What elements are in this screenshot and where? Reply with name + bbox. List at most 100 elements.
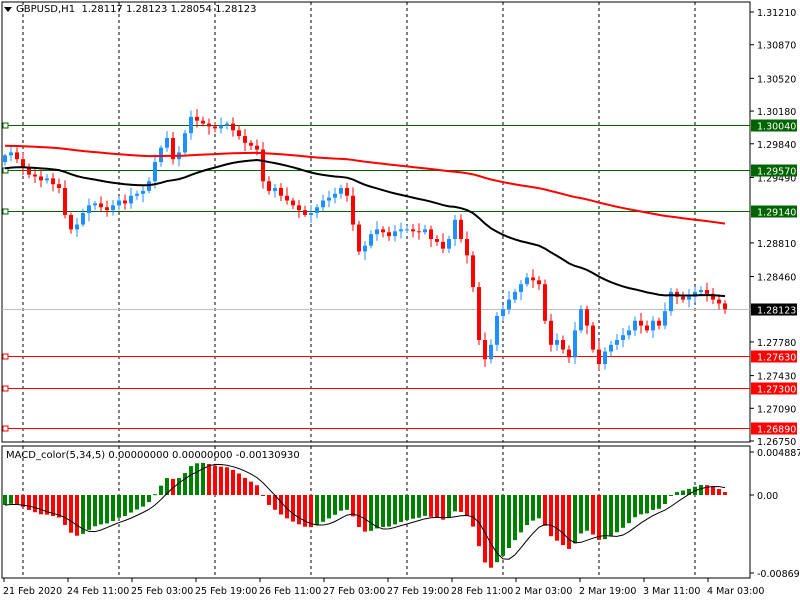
candle-bear: [279, 188, 283, 196]
candle-bear: [231, 123, 235, 131]
macd-histogram-bar: [657, 495, 661, 509]
candle-bear: [291, 200, 295, 206]
macd-histogram-bar: [591, 495, 595, 535]
macd-histogram-bar: [315, 495, 319, 526]
candle-bull: [687, 296, 691, 300]
candle-bear: [213, 126, 217, 129]
macd-histogram-bar: [297, 495, 301, 525]
candle-bear: [591, 325, 595, 350]
candle-bull: [3, 155, 7, 163]
candle-bear: [705, 289, 709, 294]
macd-histogram-bar: [15, 495, 19, 505]
candle-bull: [651, 320, 655, 331]
macd-histogram-bar: [219, 466, 223, 495]
level-handle-icon: [2, 425, 9, 432]
moving-average-fast-line: [4, 159, 726, 298]
macd-histogram-bar: [531, 495, 535, 521]
candle-bull: [633, 320, 637, 331]
candle-bear: [345, 188, 349, 196]
macd-histogram-bar: [3, 495, 7, 506]
candle-bull: [513, 291, 517, 300]
level-price-label: 1.27300: [757, 385, 796, 396]
macd-histogram-bar: [423, 495, 427, 516]
candle-bear: [681, 296, 685, 300]
level-handle-icon: [2, 385, 9, 392]
price-tick-label: 1.30520: [757, 74, 796, 85]
candle-bull: [165, 138, 169, 148]
time-label: 27 Feb 03:00: [323, 586, 385, 597]
level-handle-icon: [2, 208, 9, 215]
macd-histogram-bar: [327, 495, 331, 519]
macd-histogram-bar: [507, 495, 511, 548]
candle-bull: [375, 229, 379, 235]
time-label: 2 Mar 19:00: [579, 586, 636, 597]
macd-histogram-bar: [639, 495, 643, 515]
current-price-label: 1.28123: [757, 306, 796, 317]
macd-histogram-bar: [357, 495, 361, 528]
candle-bull: [453, 219, 457, 240]
candle-bear: [267, 181, 271, 191]
time-label: 27 Feb 19:00: [387, 586, 449, 597]
low-value: 1.28054: [170, 4, 212, 15]
macd-histogram-bar: [417, 495, 421, 518]
macd-histogram-bar: [435, 495, 439, 518]
candle-bull: [405, 229, 409, 231]
macd-histogram-bar: [621, 495, 625, 528]
macd-histogram-bar: [537, 495, 541, 519]
macd-histogram-bar: [351, 495, 355, 517]
macd-tick-label: 0.00: [757, 491, 778, 502]
symbol-label: GBPUSD,H1: [16, 4, 76, 15]
candle-bull: [141, 190, 145, 194]
level-price-label: 1.30040: [757, 122, 796, 133]
chart-header: GBPUSD,H1 1.28117 1.28123 1.28054 1.2812…: [4, 4, 256, 15]
candle-bear: [483, 340, 487, 360]
macd-histogram-bar: [231, 469, 235, 495]
candle-bull: [603, 351, 607, 365]
macd-histogram-bar: [75, 495, 79, 536]
macd-histogram-bar: [597, 495, 601, 540]
macd-histogram-bar: [267, 495, 271, 505]
candle-bear: [435, 239, 439, 242]
candle-bear: [477, 287, 481, 341]
macd-histogram-bar: [447, 495, 451, 518]
price-tick-label: 1.27430: [757, 372, 796, 383]
dropdown-triangle-icon[interactable]: [4, 6, 12, 12]
macd-histogram-bar: [645, 495, 649, 514]
candle-bull: [663, 311, 667, 326]
candle-bull: [627, 330, 631, 336]
macd-histogram-bar: [87, 495, 91, 530]
macd-histogram-bar: [33, 495, 37, 513]
candle-bear: [561, 340, 565, 350]
time-label: 24 Feb 11:00: [67, 586, 129, 597]
candle-bull: [183, 133, 187, 153]
candle-bull: [621, 335, 625, 341]
candle-bear: [249, 142, 253, 146]
macd-histogram-bar: [615, 495, 619, 533]
candle-bull: [501, 309, 505, 316]
macd-histogram-bar: [465, 495, 469, 517]
macd-histogram-bar: [585, 495, 589, 531]
candle-bull: [609, 344, 613, 352]
candle-bear: [261, 149, 265, 182]
macd-histogram-bar: [195, 463, 199, 495]
candle-bull: [447, 239, 451, 249]
candle-bear: [237, 130, 241, 137]
candle-bull: [555, 340, 559, 345]
candle-bear: [381, 229, 385, 233]
macd-histogram-bar: [117, 495, 121, 518]
macd-histogram-bar: [153, 494, 157, 496]
candle-bear: [243, 136, 247, 143]
price-chart[interactable]: 21 Feb 2020 24 Feb 11:00 25 Feb 03:00 25 Fe…: [0, 0, 800, 600]
candle-bull: [507, 299, 511, 310]
macd-histogram-bar: [675, 492, 679, 495]
macd-histogram-bar: [699, 485, 703, 495]
macd-histogram-bar: [627, 495, 631, 524]
macd-histogram-bar: [441, 495, 445, 520]
candle-bear: [207, 123, 211, 127]
macd-histogram-bar: [63, 495, 67, 525]
candle-bear: [351, 195, 355, 225]
candle-bear: [597, 349, 601, 365]
candle-bear: [567, 349, 571, 358]
time-label: 21 Feb 2020: [3, 586, 62, 597]
level-price-label: 1.26890: [757, 425, 796, 436]
